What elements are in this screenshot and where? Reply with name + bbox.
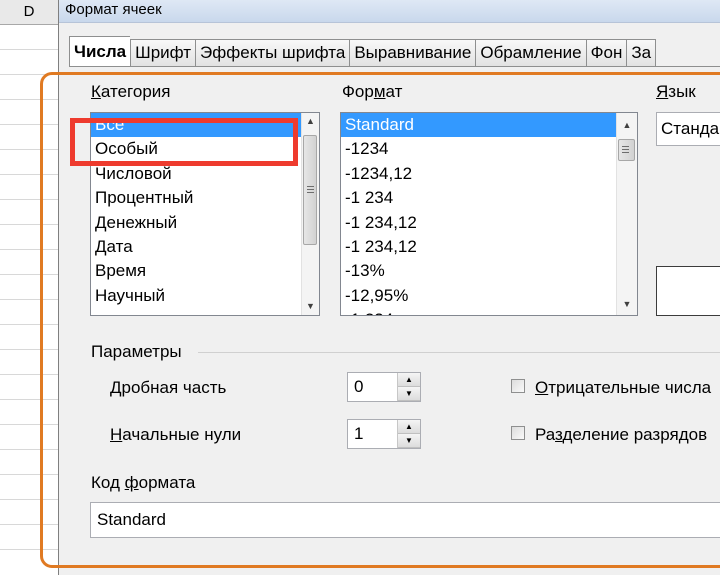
tab-background[interactable]: Фон	[585, 39, 627, 66]
tab-protection[interactable]: За	[626, 39, 657, 66]
tab-borders[interactable]: Обрамление	[475, 39, 586, 66]
tab-font[interactable]: Шрифт	[130, 39, 196, 66]
tab-font-effects[interactable]: Эффекты шрифта	[195, 39, 350, 66]
column-header-d[interactable]: D	[0, 0, 58, 25]
tab-panel-border	[69, 66, 720, 67]
dialog-titlebar[interactable]: Формат ячеек	[59, 0, 720, 23]
tab-alignment[interactable]: Выравнивание	[349, 39, 476, 66]
grid-line	[0, 49, 58, 50]
tab-bar: Числа Шрифт Эффекты шрифта Выравнивание …	[69, 36, 657, 67]
tab-numbers[interactable]: Числа	[69, 36, 131, 67]
orange-annotation-frame	[40, 72, 720, 568]
dialog-title: Формат ячеек	[65, 1, 162, 18]
